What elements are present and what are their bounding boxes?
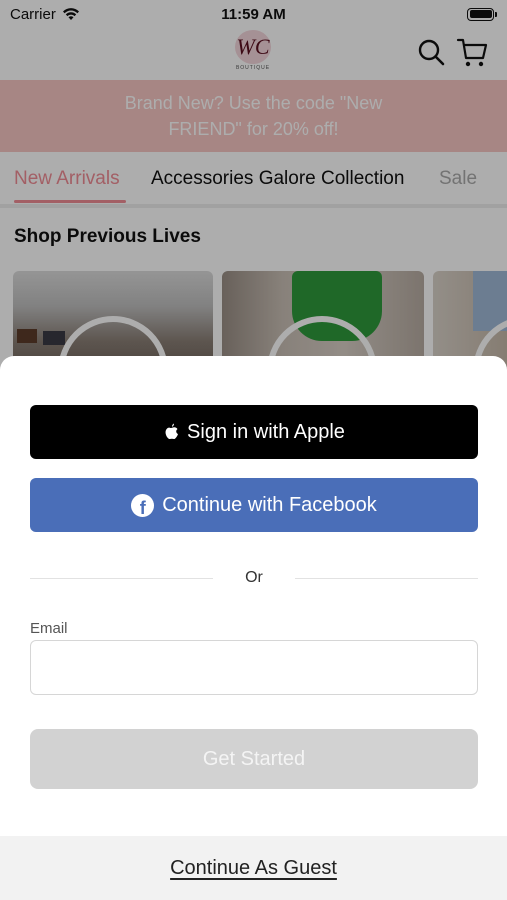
divider-line — [294, 577, 478, 579]
apple-icon — [165, 423, 179, 440]
divider-line — [30, 577, 214, 579]
facebook-icon: f — [131, 493, 155, 517]
sign-in-with-apple-button[interactable]: Sign in with Apple — [30, 405, 478, 459]
apple-button-label: Sign in with Apple — [187, 420, 345, 443]
email-field[interactable] — [30, 640, 478, 695]
sign-in-sheet: Sign in with Apple f Continue with Faceb… — [0, 356, 507, 900]
or-label: Or — [245, 569, 263, 586]
continue-with-facebook-button[interactable]: f Continue with Facebook — [30, 478, 478, 532]
get-started-label: Get Started — [202, 747, 306, 770]
or-divider: Or — [30, 567, 478, 589]
continue-as-guest-link[interactable]: Continue As Guest — [170, 857, 337, 880]
facebook-button-label: Continue with Facebook — [162, 493, 377, 516]
email-label: Email — [30, 620, 68, 637]
get-started-button[interactable]: Get Started — [30, 729, 478, 789]
guest-bar: Continue As Guest — [0, 836, 507, 900]
